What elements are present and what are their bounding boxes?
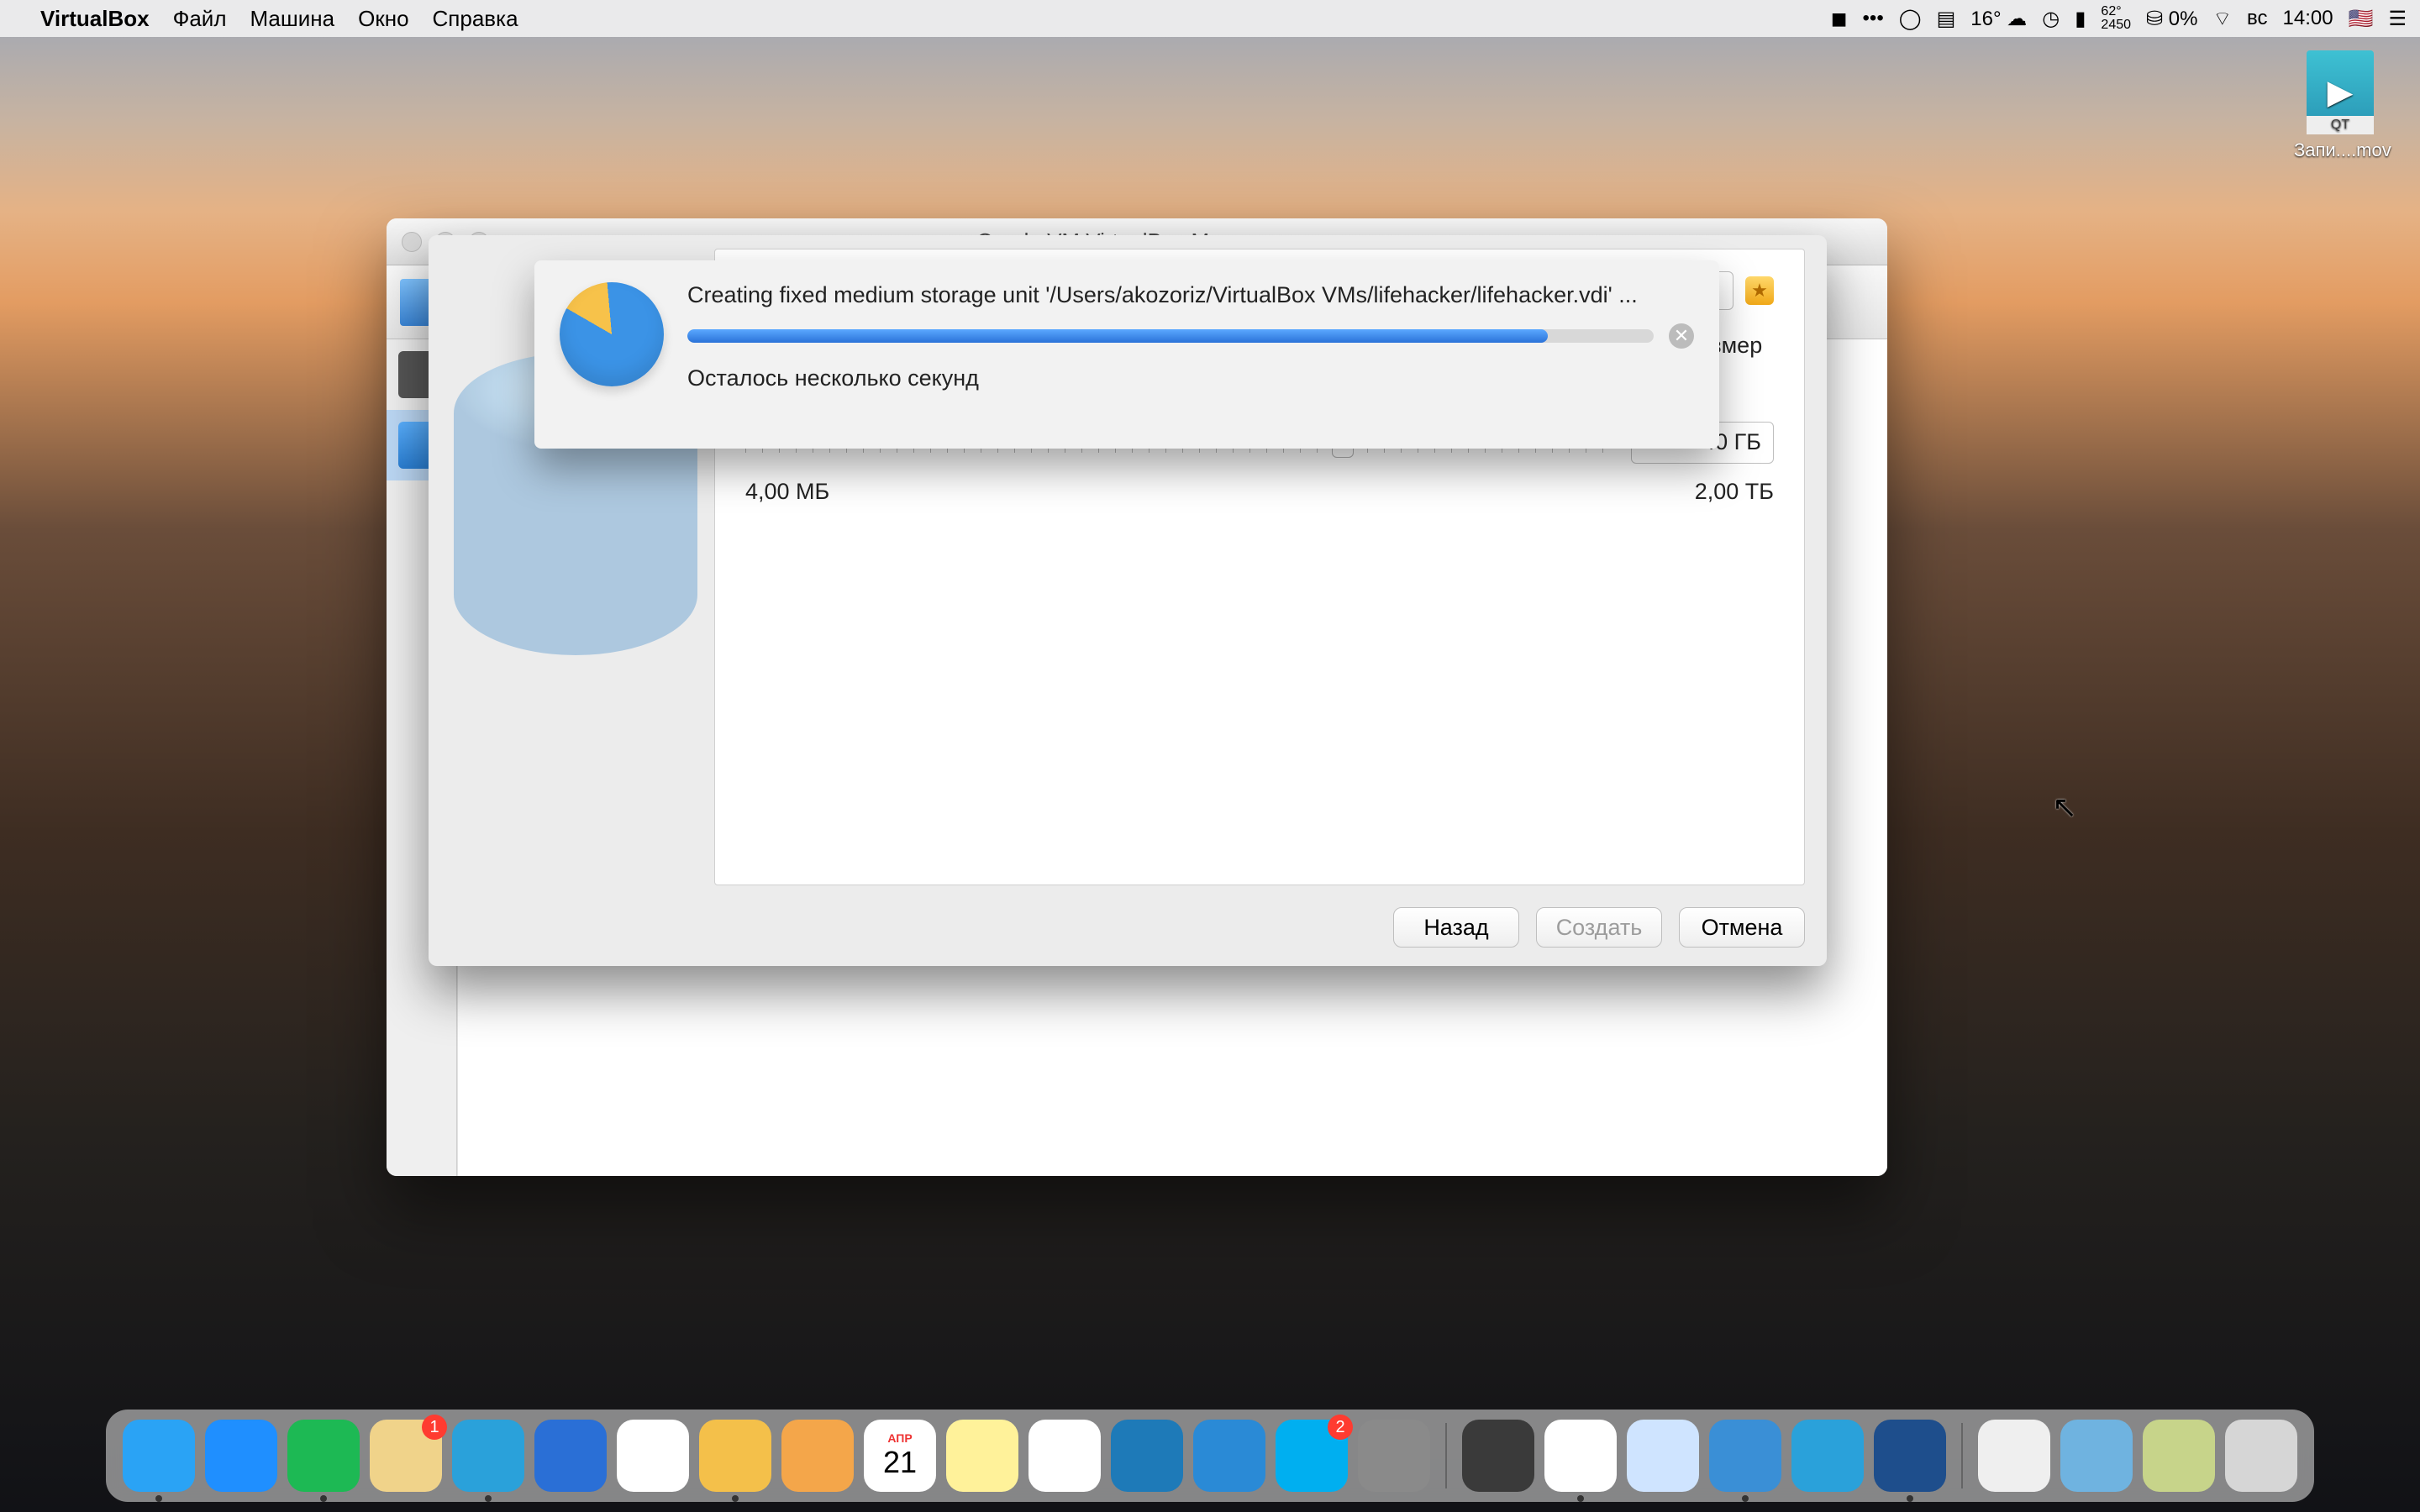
menuextra-icon[interactable]: ◯: [1899, 7, 1922, 31]
notification-center-icon[interactable]: ☰: [2388, 7, 2407, 31]
cancel-progress-button[interactable]: ✕: [1669, 323, 1694, 349]
menu-machine[interactable]: Машина: [250, 6, 334, 32]
clock-icon[interactable]: ◷: [2042, 7, 2060, 31]
dock-app-cleanmymac[interactable]: [1462, 1420, 1534, 1492]
dock-separator: [1961, 1423, 1963, 1488]
dock-app-bear[interactable]: [617, 1420, 689, 1492]
running-indicator-icon: [485, 1495, 492, 1502]
dock-app-photos[interactable]: [781, 1420, 854, 1492]
weather-temp[interactable]: 16° ☁: [1970, 7, 2027, 31]
dock-app-gp[interactable]: [1193, 1420, 1265, 1492]
menubar-time[interactable]: 14:00: [2283, 7, 2333, 30]
dock-app-downloads[interactable]: [2060, 1420, 2133, 1492]
badge: 2: [1328, 1415, 1353, 1440]
dock-app-freeform[interactable]: [1627, 1420, 1699, 1492]
dock-app-spotify[interactable]: [287, 1420, 360, 1492]
badge: 1: [422, 1415, 447, 1440]
progress-remaining: Осталось несколько секунд: [687, 365, 1694, 391]
create-button: Создать: [1536, 907, 1662, 948]
dock-app-telegram2[interactable]: [1791, 1420, 1864, 1492]
menu-help[interactable]: Справка: [433, 6, 518, 32]
dock-app-virtualbox[interactable]: [1874, 1420, 1946, 1492]
menubar-day: вс: [2247, 7, 2267, 30]
dock-app-reminders[interactable]: [1028, 1420, 1101, 1492]
menu-file[interactable]: Файл: [173, 6, 227, 32]
progress-fill: [687, 329, 1548, 343]
menubar: VirtualBox Файл Машина Окно Справка ◼ ••…: [0, 0, 2420, 37]
dock-app-systemprefs[interactable]: [1358, 1420, 1430, 1492]
input-source-icon[interactable]: 🇺🇸: [2349, 7, 2374, 31]
desktop: VirtualBox Файл Машина Окно Справка ◼ ••…: [0, 0, 2420, 1512]
dock-app-skype[interactable]: 2: [1276, 1420, 1348, 1492]
dock-app-telegram[interactable]: [452, 1420, 524, 1492]
location-picker-button[interactable]: ★: [1745, 276, 1774, 305]
slider-min-label: 4,00 МБ: [745, 479, 829, 505]
battery-icon[interactable]: ▮: [2075, 7, 2086, 31]
desktop-file-label: Запи....mov: [2294, 139, 2386, 161]
menuextra-icon[interactable]: ◼: [1831, 7, 1848, 31]
dock: 1 АПР21 2: [106, 1410, 2314, 1502]
running-indicator-icon: [1577, 1495, 1584, 1502]
progress-message: Creating fixed medium storage unit '/Use…: [687, 282, 1694, 308]
battery-stats: 62° 2450: [2101, 5, 2131, 32]
cursor-icon: ↖: [2052, 790, 2077, 825]
dock-app-preview[interactable]: [1544, 1420, 1617, 1492]
dock-app-textfile[interactable]: [1978, 1420, 2050, 1492]
dock-app-finder[interactable]: [123, 1420, 195, 1492]
progress-bar: [687, 329, 1654, 343]
file-ext-badge: QT: [2307, 116, 2374, 134]
dock-app-calendar[interactable]: АПР21: [864, 1420, 936, 1492]
running-indicator-icon: [320, 1495, 327, 1502]
app-menu[interactable]: VirtualBox: [40, 6, 150, 32]
dock-app-folder[interactable]: [2143, 1420, 2215, 1492]
back-button[interactable]: Назад: [1393, 907, 1519, 948]
running-indicator-icon: [1742, 1495, 1749, 1502]
dock-app-tweetbot[interactable]: [534, 1420, 607, 1492]
menuextra-icon[interactable]: ▤: [1937, 7, 1956, 31]
dock-app-qbittorrent[interactable]: [1709, 1420, 1781, 1492]
running-indicator-icon: [155, 1495, 162, 1502]
desktop-file[interactable]: ▶ QT Запи....mov: [2294, 50, 2386, 161]
quicktime-thumb-icon: ▶ QT: [2307, 50, 2374, 134]
disk-progress-icon: [560, 282, 664, 386]
progress-sheet: Creating fixed medium storage unit '/Use…: [534, 260, 1719, 449]
running-indicator-icon: [732, 1495, 739, 1502]
running-indicator-icon: [1907, 1495, 1913, 1502]
disk-usage[interactable]: ⛁ 0%: [2146, 7, 2197, 31]
dock-app-chrome[interactable]: [699, 1420, 771, 1492]
slider-max-label: 2,00 ТБ: [1695, 479, 1774, 505]
menuextra-icon[interactable]: •••: [1863, 7, 1884, 30]
dock-app-appstore[interactable]: [205, 1420, 277, 1492]
dock-app-notes[interactable]: [946, 1420, 1018, 1492]
dock-separator: [1445, 1423, 1447, 1488]
dock-app-trash[interactable]: [2225, 1420, 2297, 1492]
dock-app-things[interactable]: 1: [370, 1420, 442, 1492]
menu-window[interactable]: Окно: [358, 6, 408, 32]
wifi-icon[interactable]: ⌔: [2212, 6, 2232, 31]
dock-app-trello[interactable]: [1111, 1420, 1183, 1492]
cancel-button[interactable]: Отмена: [1679, 907, 1805, 948]
